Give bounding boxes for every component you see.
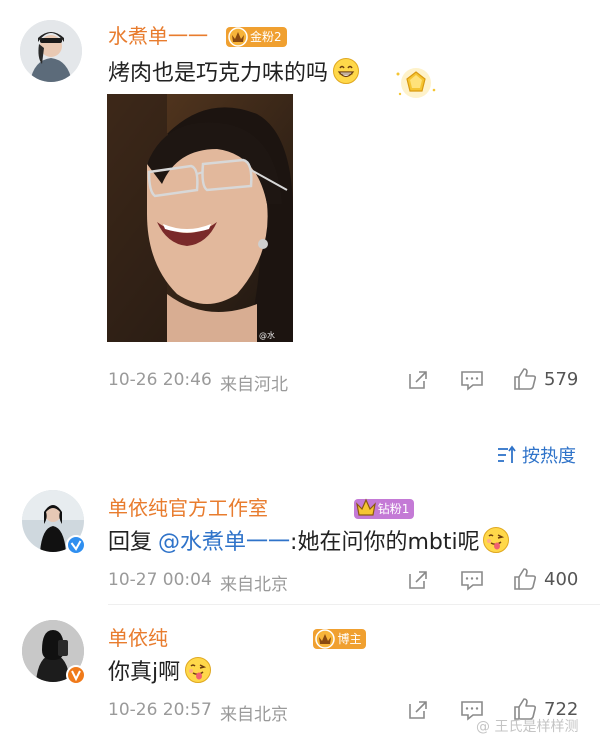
share-icon[interactable] (406, 698, 430, 722)
sort-label: 按热度 (522, 446, 576, 467)
mention-link[interactable]: @水煮单一一 (158, 524, 290, 556)
tongue-emoji-icon (185, 657, 212, 683)
reply-text-row: 你真j啊 (108, 655, 212, 685)
location: 来自河北 (220, 375, 288, 395)
username[interactable]: 单依纯官方工作室 (108, 492, 268, 521)
sort-icon (498, 445, 516, 463)
avatar[interactable] (20, 20, 82, 82)
crown-icon (315, 628, 336, 649)
badge-label: 钻粉1 (377, 502, 410, 516)
blogger-badge[interactable]: 博主 (313, 628, 367, 649)
comment-icon[interactable] (459, 568, 485, 592)
verified-orange-icon (66, 665, 86, 685)
comment-image[interactable]: @水 (107, 94, 293, 342)
sparkle-gem-icon (396, 68, 436, 98)
reply-text-row: 回复 @水煮单一一 :她在问你的mbti呢 (108, 525, 510, 555)
badge-label: 博主 (337, 632, 362, 646)
comment-text-row: 烤肉也是巧克力味的吗 (108, 56, 360, 86)
thumbs-up-icon[interactable] (512, 366, 538, 392)
crown-icon (355, 498, 376, 516)
location: 来自北京 (220, 705, 288, 725)
grin-emoji-icon (333, 58, 360, 84)
avatar-photo (20, 20, 82, 82)
sort-toggle[interactable]: 按热度 (496, 442, 576, 468)
timestamp: 10-26 20:46 (108, 370, 212, 390)
verified-blue-icon (66, 535, 86, 555)
comment-text: 烤肉也是巧克力味的吗 (108, 61, 329, 86)
share-icon[interactable] (406, 568, 430, 592)
badge-label: 金粉2 (250, 30, 282, 44)
timestamp: 10-27 00:04 (108, 570, 212, 590)
fan-badge[interactable]: 钻粉1 (353, 498, 415, 519)
comment-icon[interactable] (459, 368, 485, 392)
fan-badge[interactable]: 金粉2 (226, 26, 287, 47)
reply-text: :她在问你的mbti呢 (290, 530, 480, 555)
thumbs-up-icon[interactable] (512, 566, 538, 592)
username[interactable]: 水煮单一一 (108, 20, 208, 49)
divider (108, 604, 600, 605)
like-count: 400 (544, 569, 579, 590)
share-icon[interactable] (406, 368, 430, 392)
crown-icon (228, 26, 248, 47)
image-watermark: @水 (259, 330, 275, 340)
username[interactable]: 单依纯 (108, 622, 168, 651)
location: 来自北京 (220, 575, 288, 595)
watermark: @ 王氏是样样测 (476, 719, 579, 735)
reply-prefix: 回复 (108, 530, 153, 555)
reply-text: 你真j啊 (108, 660, 181, 685)
timestamp: 10-26 20:57 (108, 700, 212, 720)
tongue-emoji-icon (482, 527, 509, 553)
like-count: 579 (544, 369, 579, 390)
laughing-person-photo: @水 (107, 94, 293, 342)
